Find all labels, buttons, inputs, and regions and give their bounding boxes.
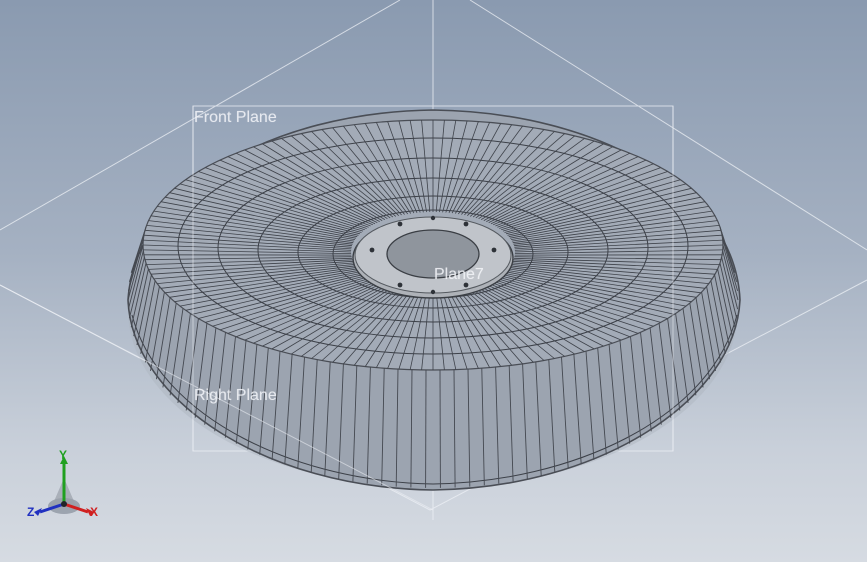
x-axis-label: X [90, 505, 99, 519]
plane7-label[interactable]: Plane7 [434, 266, 484, 284]
front-plane-label[interactable]: Front Plane [194, 109, 277, 127]
y-axis-label: Y [59, 448, 68, 462]
fan-guard-model[interactable] [127, 109, 741, 491]
graphics-viewport[interactable]: Front Plane Right Plane Plane7 Y X Z [0, 0, 867, 562]
reference-triad[interactable]: Y X Z [24, 448, 104, 528]
z-axis-label: Z [27, 505, 35, 519]
right-plane-label[interactable]: Right Plane [194, 387, 277, 405]
